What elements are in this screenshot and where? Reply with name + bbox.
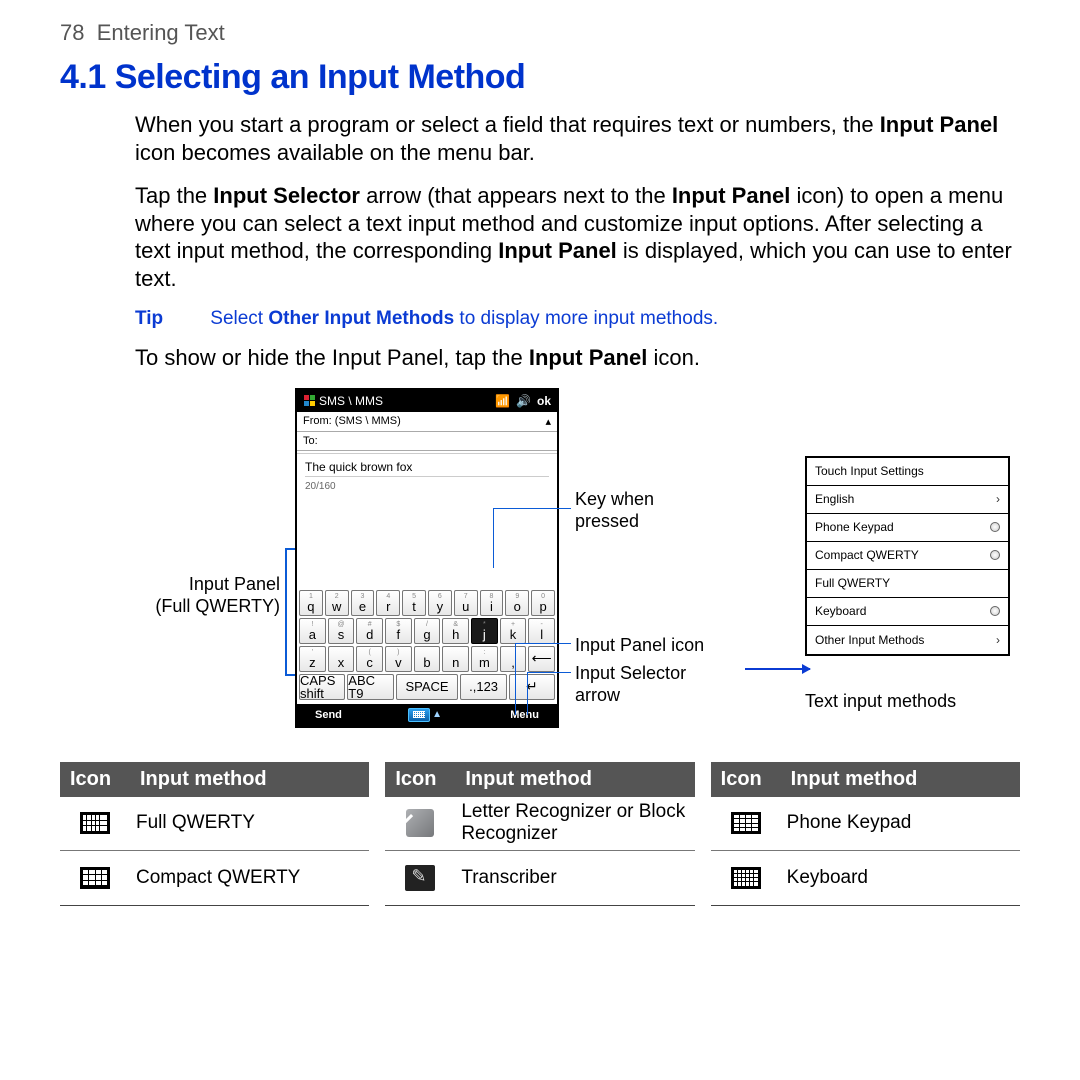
label-input-panel-icon: Input Panel icon xyxy=(575,634,704,657)
table-row: Phone Keypad xyxy=(781,808,1020,838)
key-d[interactable]: #d xyxy=(356,618,383,644)
chevron-right-icon: › xyxy=(996,633,1000,647)
table-row: Transcriber xyxy=(455,863,694,893)
key-b[interactable]: b xyxy=(414,646,441,672)
key-o[interactable]: 9o xyxy=(505,590,529,616)
compact-qwerty-icon xyxy=(80,867,110,889)
ok-button[interactable]: ok xyxy=(537,394,551,408)
popup-item[interactable]: Other Input Methods› xyxy=(807,626,1008,654)
key-v[interactable]: )v xyxy=(385,646,412,672)
radio-icon xyxy=(990,522,1000,532)
table-row: Letter Recognizer or Block Recognizer xyxy=(455,797,694,849)
key-h[interactable]: &h xyxy=(442,618,469,644)
signal-icon: 📶 xyxy=(495,394,510,408)
key-e[interactable]: 3e xyxy=(351,590,375,616)
popup-item[interactable]: Full QWERTY xyxy=(807,570,1008,598)
key-c[interactable]: (c xyxy=(356,646,383,672)
transcriber-icon xyxy=(405,865,435,891)
key-ABC T9[interactable]: ABC T9 xyxy=(347,674,393,700)
key-l[interactable]: -l xyxy=(528,618,555,644)
app-title: SMS \ MMS xyxy=(319,394,383,408)
tip: Tip Select Other Input Methods to displa… xyxy=(135,308,1020,330)
key-t[interactable]: 5t xyxy=(402,590,426,616)
paragraph-2: Tap the Input Selector arrow (that appea… xyxy=(135,182,1020,292)
message-text: The quick brown fox xyxy=(305,460,549,474)
chevron-right-icon: › xyxy=(996,492,1000,506)
arrow-icon xyxy=(745,668,810,670)
label-text-input-methods: Text input methods xyxy=(805,690,1010,713)
key-s[interactable]: @s xyxy=(328,618,355,644)
section-title: 4.1 Selecting an Input Method xyxy=(60,58,1020,97)
table-col-3: IconInput method Phone Keypad Keyboard xyxy=(711,762,1020,906)
scroll-up-icon[interactable]: ▴ xyxy=(545,415,551,428)
table-col-1: IconInput method Full QWERTY Compact QWE… xyxy=(60,762,369,906)
key-x[interactable]: x xyxy=(328,646,355,672)
key-q[interactable]: 1q xyxy=(299,590,323,616)
popup-item[interactable]: Phone Keypad xyxy=(807,514,1008,542)
phone-mock: SMS \ MMS 📶 🔊 ok From: (SMS \ MMS) ▴ To:… xyxy=(295,388,559,728)
popup-item[interactable]: Compact QWERTY xyxy=(807,542,1008,570)
full-qwerty-icon xyxy=(80,812,110,834)
radio-icon xyxy=(990,606,1000,616)
radio-icon xyxy=(990,550,1000,560)
table-row: Keyboard xyxy=(781,863,1020,893)
illustration: Input Panel (Full QWERTY) SMS \ MMS 📶 🔊 … xyxy=(135,388,1020,748)
keyboard-icon xyxy=(731,867,761,889)
keyboard[interactable]: 1q2w3e4r5t6y7u8i9o0p !a@s#d$f/g&h*j+k-l … xyxy=(297,590,557,702)
from-row: From: (SMS \ MMS) ▴ xyxy=(297,412,557,432)
key-r[interactable]: 4r xyxy=(376,590,400,616)
input-panel-icon[interactable] xyxy=(408,708,430,722)
input-methods-table: IconInput method Full QWERTY Compact QWE… xyxy=(60,762,1020,906)
char-counter: 20/160 xyxy=(305,481,549,492)
table-col-2: IconInput method Letter Recognizer or Bl… xyxy=(385,762,694,906)
key-CAPS shift[interactable]: CAPS shift xyxy=(299,674,345,700)
key-,[interactable]: , xyxy=(500,646,527,672)
input-selector-arrow[interactable]: ▲ xyxy=(430,708,444,722)
table-row: Full QWERTY xyxy=(130,808,369,838)
key-a[interactable]: !a xyxy=(299,618,326,644)
label-key-pressed: Key whenpressed xyxy=(575,488,654,533)
chapter-name: Entering Text xyxy=(97,20,225,45)
table-row: Compact QWERTY xyxy=(130,863,369,893)
key-g[interactable]: /g xyxy=(414,618,441,644)
key-w[interactable]: 2w xyxy=(325,590,349,616)
popup-item[interactable]: Keyboard xyxy=(807,598,1008,626)
windows-icon xyxy=(303,395,315,407)
label-input-panel: Input Panel (Full QWERTY) xyxy=(125,573,280,618)
page-header: 78 Entering Text xyxy=(60,20,1020,46)
paragraph-3: To show or hide the Input Panel, tap the… xyxy=(135,344,1020,372)
key-y[interactable]: 6y xyxy=(428,590,452,616)
page-number: 78 xyxy=(60,20,84,45)
status-bar: SMS \ MMS 📶 🔊 ok xyxy=(297,390,557,412)
key-m[interactable]: :m xyxy=(471,646,498,672)
key-backspace[interactable] xyxy=(528,646,555,672)
key-z[interactable]: 'z xyxy=(299,646,326,672)
to-row[interactable]: To: xyxy=(297,432,557,451)
popup-item[interactable]: Touch Input Settings xyxy=(807,458,1008,486)
key-i[interactable]: 8i xyxy=(480,590,504,616)
paragraph-1: When you start a program or select a fie… xyxy=(135,111,1020,166)
recognizer-icon xyxy=(406,809,434,837)
popup-item[interactable]: English› xyxy=(807,486,1008,514)
softkey-send[interactable]: Send xyxy=(315,709,342,721)
key-j[interactable]: *j xyxy=(471,618,498,644)
key-n[interactable]: n xyxy=(442,646,469,672)
key-f[interactable]: $f xyxy=(385,618,412,644)
key-k[interactable]: +k xyxy=(500,618,527,644)
message-area[interactable]: The quick brown fox 20/160 xyxy=(297,454,557,494)
input-methods-popup[interactable]: Touch Input SettingsEnglish›Phone Keypad… xyxy=(805,456,1010,656)
key-SPACE[interactable]: SPACE xyxy=(396,674,459,700)
key-u[interactable]: 7u xyxy=(454,590,478,616)
key-.,123[interactable]: .,123 xyxy=(460,674,506,700)
label-input-selector: Input Selectorarrow xyxy=(575,662,686,707)
phone-keypad-icon xyxy=(731,812,761,834)
key-p[interactable]: 0p xyxy=(531,590,555,616)
soft-bar: Send ▲ Menu xyxy=(297,704,557,726)
speaker-icon: 🔊 xyxy=(516,394,531,408)
